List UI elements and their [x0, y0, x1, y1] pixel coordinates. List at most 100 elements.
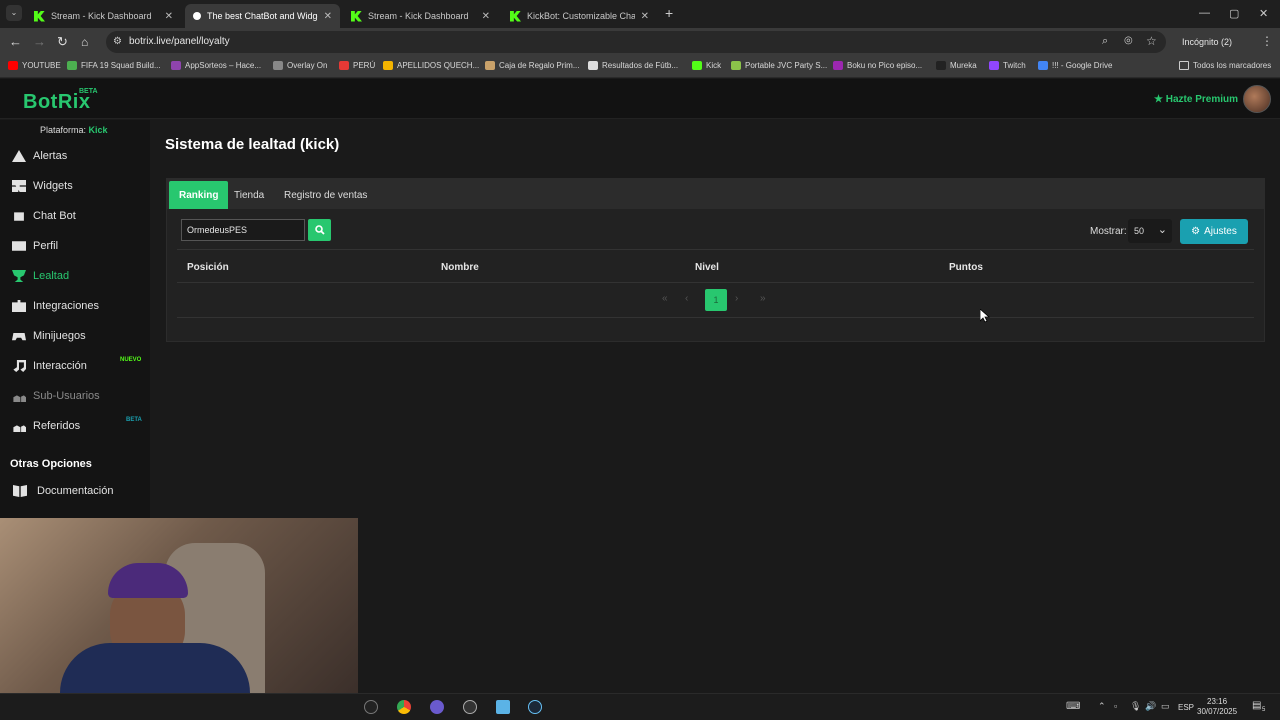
sidebar-item-documentacion[interactable]: Documentación	[0, 480, 150, 502]
sidebar-item-sub-usuarios[interactable]: Sub-Usuarios	[0, 385, 150, 407]
zoom-icon[interactable]: ⌕	[1102, 35, 1108, 48]
first-page-icon[interactable]: «	[662, 293, 668, 304]
bookmark-item[interactable]: Kick	[692, 61, 721, 70]
sidebar-item-chat-bot[interactable]: Chat Bot	[0, 205, 150, 227]
chrome-profile-icon[interactable]	[430, 700, 444, 714]
sidebar-item-interacci-n[interactable]: Interacción NUEVO	[0, 355, 150, 377]
site-info-icon[interactable]: ⚙	[113, 36, 122, 47]
language-indicator[interactable]: ESP	[1178, 703, 1194, 712]
sidebar-item-alertas[interactable]: Alertas	[0, 145, 150, 167]
search-button[interactable]	[308, 219, 331, 241]
all-bookmarks[interactable]: Todos los marcadores	[1179, 61, 1271, 70]
sidebar-item-label: Alertas	[33, 150, 68, 162]
tab-ranking[interactable]: Ranking	[169, 181, 229, 209]
search-input[interactable]	[181, 219, 305, 241]
close-window-icon[interactable]: ✕	[1259, 7, 1268, 20]
webcam-cap	[108, 563, 188, 598]
notepad-icon[interactable]	[496, 700, 510, 714]
sidebar-item-widgets[interactable]: Widgets	[0, 175, 150, 197]
close-icon[interactable]: ✕	[324, 11, 332, 22]
browser-tab-active[interactable]: The best ChatBot and Widgets ✕	[185, 4, 340, 28]
notification-icon[interactable]: ▤	[1252, 700, 1261, 711]
chevron-up-icon[interactable]: ⌃	[1098, 701, 1106, 712]
mouse-cursor-icon	[980, 309, 990, 323]
premium-button[interactable]: ★ Hazte Premium	[1154, 94, 1238, 105]
home-icon[interactable]: ⌂	[81, 34, 88, 50]
column-header-posicion: Posición	[187, 262, 229, 273]
bookmark-item[interactable]: Twitch	[989, 61, 1026, 70]
last-page-icon[interactable]: »	[760, 293, 766, 304]
bookmark-label: PERÚ	[353, 61, 376, 70]
app-icon[interactable]	[364, 700, 378, 714]
kick-icon	[510, 10, 521, 22]
close-icon[interactable]: ✕	[641, 11, 649, 22]
volume-icon[interactable]: 🔊	[1145, 701, 1156, 712]
eye-off-icon[interactable]: ◎	[1124, 35, 1133, 46]
search-icon	[314, 225, 325, 235]
bookmark-item[interactable]: Resultados de Fútb...	[588, 61, 678, 70]
id-card-icon	[12, 241, 26, 251]
sidebar-item-integraciones[interactable]: Integraciones	[0, 295, 150, 317]
bookmark-item[interactable]: Caja de Regalo Prim...	[485, 61, 579, 70]
bookmark-item[interactable]: APELLIDOS QUECH...	[383, 61, 479, 70]
close-icon[interactable]: ✕	[165, 11, 173, 22]
webcam-person-body	[60, 643, 250, 693]
bookmark-item[interactable]: Overlay On	[273, 61, 327, 70]
tab-label: The best ChatBot and Widgets	[207, 11, 318, 21]
browser-tab[interactable]: KickBot: Customizable Chat Bo ✕	[502, 4, 657, 28]
bookmark-item[interactable]: FIFA 19 Squad Build...	[67, 61, 161, 70]
address-bar[interactable]: ⚙ botrix.live/panel/loyalty ⌕ ◎ ☆	[106, 31, 1166, 53]
folder-icon	[1179, 61, 1189, 70]
back-icon[interactable]: ←	[9, 34, 22, 50]
browser-tab[interactable]: Stream - Kick Dashboard ✕	[343, 4, 498, 28]
bookmark-item[interactable]: PERÚ	[339, 61, 375, 70]
mic-icon[interactable]: 🎙	[1130, 701, 1141, 712]
network-icon[interactable]: ▭	[1161, 701, 1170, 712]
sidebar-item-lealtad[interactable]: Lealtad	[0, 265, 150, 287]
close-icon[interactable]: ✕	[482, 11, 490, 22]
browser-tab[interactable]: Stream - Kick Dashboard ✕	[26, 4, 181, 28]
bookmark-label: Kick	[706, 61, 722, 70]
bookmark-item[interactable]: Portable JVC Party S...	[731, 61, 827, 70]
bookmark-item[interactable]: Boku no Pico episo...	[833, 61, 922, 70]
page-button-current[interactable]: 1	[705, 289, 727, 311]
gears-icon: ⚙	[1191, 226, 1201, 237]
avatar[interactable]	[1243, 85, 1271, 113]
bookmark-label: !!! - Google Drive	[1052, 61, 1113, 70]
tray-icon[interactable]: ▫	[1114, 701, 1117, 711]
prev-page-icon[interactable]: ‹	[685, 293, 688, 304]
bookmark-label: Overlay On	[287, 61, 328, 70]
bookmark-item[interactable]: Mureka	[936, 61, 977, 70]
tab-label: Stream - Kick Dashboard	[51, 11, 152, 21]
reload-icon[interactable]: ↻	[57, 34, 68, 50]
tab-tienda[interactable]: Tienda	[224, 181, 274, 209]
steam-icon[interactable]	[528, 700, 542, 714]
tab-search-icon[interactable]: ⌄	[6, 5, 22, 21]
bookmark-label: YOUTUBE	[22, 61, 61, 70]
bookmark-favicon-icon	[1038, 61, 1048, 70]
menu-icon[interactable]: ⋮	[1261, 34, 1273, 48]
maximize-icon[interactable]: ▢	[1229, 7, 1239, 20]
keyboard-icon[interactable]: ⌨	[1066, 701, 1080, 712]
bookmark-favicon-icon	[67, 61, 77, 70]
tab-label: KickBot: Customizable Chat Bo	[527, 11, 635, 21]
sidebar-item-referidos[interactable]: Referidos BETA	[0, 415, 150, 437]
obs-icon[interactable]	[463, 700, 477, 714]
clock[interactable]: 23:16 30/07/2025	[1197, 697, 1237, 717]
page-size-select[interactable]: 50 ⌄	[1128, 219, 1172, 243]
minimize-icon[interactable]: —	[1199, 7, 1210, 19]
sidebar-item-perfil[interactable]: Perfil	[0, 235, 150, 257]
next-page-icon[interactable]: ›	[735, 293, 738, 304]
sidebar-item-minijuegos[interactable]: Minijuegos	[0, 325, 150, 347]
forward-icon[interactable]: →	[33, 34, 46, 50]
chrome-icon[interactable]	[397, 700, 411, 714]
tab-registro-de-ventas[interactable]: Registro de ventas	[274, 181, 377, 209]
settings-button[interactable]: ⚙ Ajustes	[1180, 219, 1248, 244]
bookmark-item[interactable]: !!! - Google Drive	[1038, 61, 1112, 70]
bookmark-item[interactable]: AppSorteos – Hace...	[171, 61, 261, 70]
bookmark-item[interactable]: YOUTUBE	[8, 61, 61, 70]
new-tab-icon[interactable]: +	[665, 5, 673, 21]
incognito-label[interactable]: Incógnito (2)	[1182, 37, 1232, 47]
star-icon[interactable]: ☆	[1146, 34, 1157, 48]
divider	[177, 249, 1254, 250]
